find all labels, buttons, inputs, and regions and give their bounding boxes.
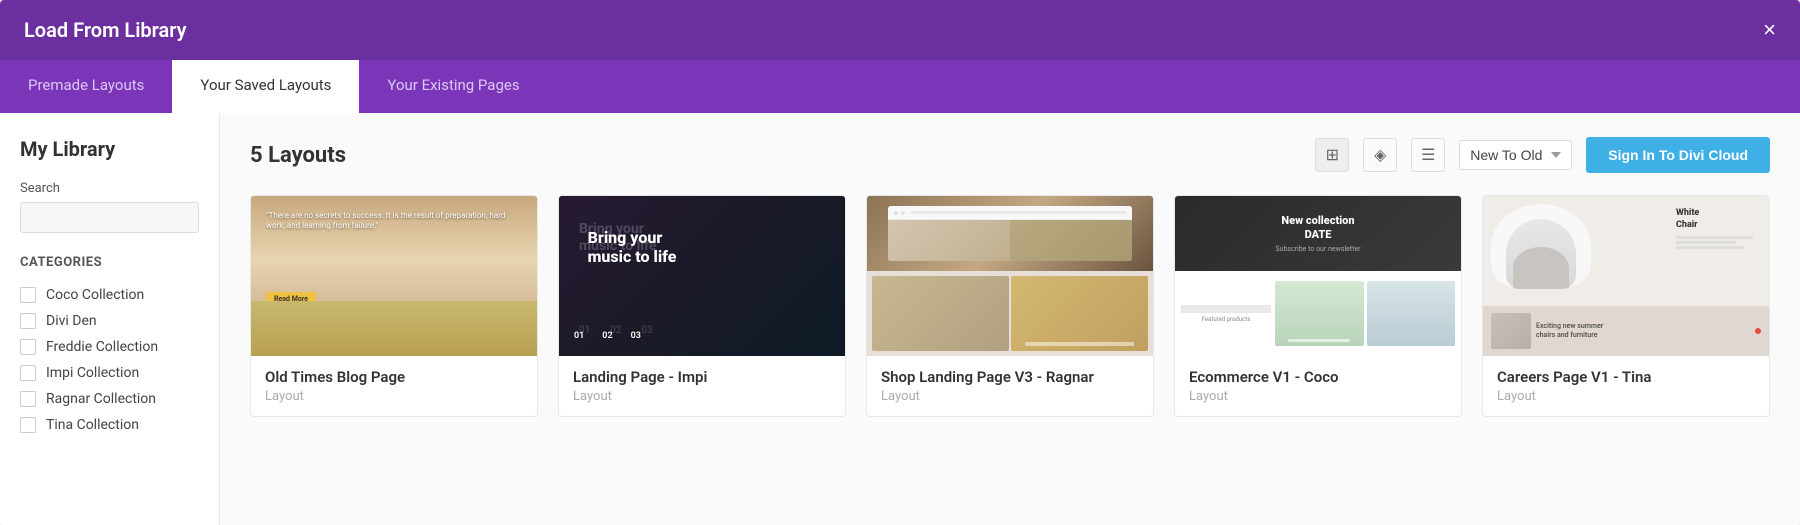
- divi-cloud-button[interactable]: Sign In To Divi Cloud: [1586, 137, 1770, 173]
- layout-info-3: Shop Landing Page V3 - Ragnar Layout: [867, 356, 1153, 416]
- layout-name-1: Old Times Blog Page: [265, 368, 523, 386]
- category-checkbox-tina[interactable]: [20, 417, 36, 433]
- layout-name-2: Landing Page - Impi: [573, 368, 831, 386]
- list-icon: ☰: [1421, 145, 1435, 165]
- tab-premade-layouts[interactable]: Premade Layouts: [0, 60, 172, 113]
- thumb-quote-text: "There are no secrets to success. It is …: [266, 211, 522, 232]
- category-label-impi: Impi Collection: [46, 365, 139, 381]
- layout-thumbnail-3: [867, 196, 1153, 356]
- category-item-impi[interactable]: Impi Collection: [20, 360, 199, 386]
- layout-card-old-times-blog[interactable]: "There are no secrets to success. It is …: [250, 195, 538, 417]
- category-item-freddie[interactable]: Freddie Collection: [20, 334, 199, 360]
- load-from-library-modal: Load From Library × Premade Layouts Your…: [0, 0, 1800, 525]
- layout-info-1: Old Times Blog Page Layout: [251, 356, 537, 416]
- modal-header: Load From Library ×: [0, 0, 1800, 60]
- category-label-tina: Tina Collection: [46, 417, 139, 433]
- layout-type-2: Layout: [573, 389, 831, 404]
- layout-thumbnail-1: "There are no secrets to success. It is …: [251, 196, 537, 356]
- categories-title: Categories: [20, 255, 199, 270]
- layout-type-4: Layout: [1189, 389, 1447, 404]
- category-label-coco: Coco Collection: [46, 287, 144, 303]
- filter-button[interactable]: ◈: [1363, 138, 1397, 172]
- toolbar: 5 Layouts ⊞ ◈ ☰ New To Old Old To New A-…: [250, 137, 1770, 173]
- category-item-ragnar[interactable]: Ragnar Collection: [20, 386, 199, 412]
- layout-info-5: Careers Page V1 - Tina Layout: [1483, 356, 1769, 416]
- layout-name-4: Ecommerce V1 - Coco: [1189, 368, 1447, 386]
- category-item-tina[interactable]: Tina Collection: [20, 412, 199, 438]
- layout-card-careers-tina[interactable]: WhiteChair Exciting new summerchairs and…: [1482, 195, 1770, 417]
- search-label: Search: [20, 181, 199, 196]
- tab-existing-pages[interactable]: Your Existing Pages: [359, 60, 547, 113]
- main-content: 5 Layouts ⊞ ◈ ☰ New To Old Old To New A-…: [220, 113, 1800, 525]
- layout-card-landing-impi[interactable]: Bring yourmusic to life 01 02 03 Bring y…: [558, 195, 846, 417]
- category-checkbox-divi-den[interactable]: [20, 313, 36, 329]
- category-checkbox-impi[interactable]: [20, 365, 36, 381]
- category-item-coco[interactable]: Coco Collection: [20, 282, 199, 308]
- category-label-divi-den: Divi Den: [46, 313, 97, 329]
- layout-card-shop-ragnar[interactable]: Shop Landing Page V3 - Ragnar Layout: [866, 195, 1154, 417]
- layout-info-2: Landing Page - Impi Layout: [559, 356, 845, 416]
- sort-select[interactable]: New To Old Old To New A-Z Z-A: [1459, 140, 1572, 170]
- sidebar-title: My Library: [20, 137, 199, 161]
- layout-type-1: Layout: [265, 389, 523, 404]
- layout-name-5: Careers Page V1 - Tina: [1497, 368, 1755, 386]
- modal-title: Load From Library: [24, 18, 187, 42]
- close-button[interactable]: ×: [1763, 19, 1776, 41]
- layout-type-3: Layout: [881, 389, 1139, 404]
- tab-saved-layouts[interactable]: Your Saved Layouts: [172, 60, 359, 113]
- category-label-ragnar: Ragnar Collection: [46, 391, 156, 407]
- list-view-button[interactable]: ☰: [1411, 138, 1445, 172]
- sidebar: My Library Search Categories Coco Collec…: [0, 113, 220, 525]
- category-label-freddie: Freddie Collection: [46, 339, 158, 355]
- layout-name-3: Shop Landing Page V3 - Ragnar: [881, 368, 1139, 386]
- layout-thumbnail-2: Bring yourmusic to life 01 02 03 Bring y…: [559, 196, 845, 356]
- layout-thumbnail-4: New collectionDATE Subscribe to our news…: [1175, 196, 1461, 356]
- category-checkbox-freddie[interactable]: [20, 339, 36, 355]
- layout-info-4: Ecommerce V1 - Coco Layout: [1175, 356, 1461, 416]
- modal-body: My Library Search Categories Coco Collec…: [0, 113, 1800, 525]
- tabs-bar: Premade Layouts Your Saved Layouts Your …: [0, 60, 1800, 113]
- category-item-divi-den[interactable]: Divi Den: [20, 308, 199, 334]
- search-input[interactable]: [20, 202, 199, 233]
- grid-icon: ⊞: [1326, 145, 1339, 165]
- layout-thumbnail-5: WhiteChair Exciting new summerchairs and…: [1483, 196, 1769, 356]
- layout-card-ecommerce-coco[interactable]: New collectionDATE Subscribe to our news…: [1174, 195, 1462, 417]
- grid-view-button[interactable]: ⊞: [1315, 138, 1349, 172]
- filter-icon: ◈: [1374, 145, 1386, 165]
- thumb-landscape: [251, 301, 537, 356]
- layouts-grid: "There are no secrets to success. It is …: [250, 195, 1770, 417]
- layouts-count: 5 Layouts: [250, 143, 1301, 168]
- category-checkbox-ragnar[interactable]: [20, 391, 36, 407]
- category-checkbox-coco[interactable]: [20, 287, 36, 303]
- layout-type-5: Layout: [1497, 389, 1755, 404]
